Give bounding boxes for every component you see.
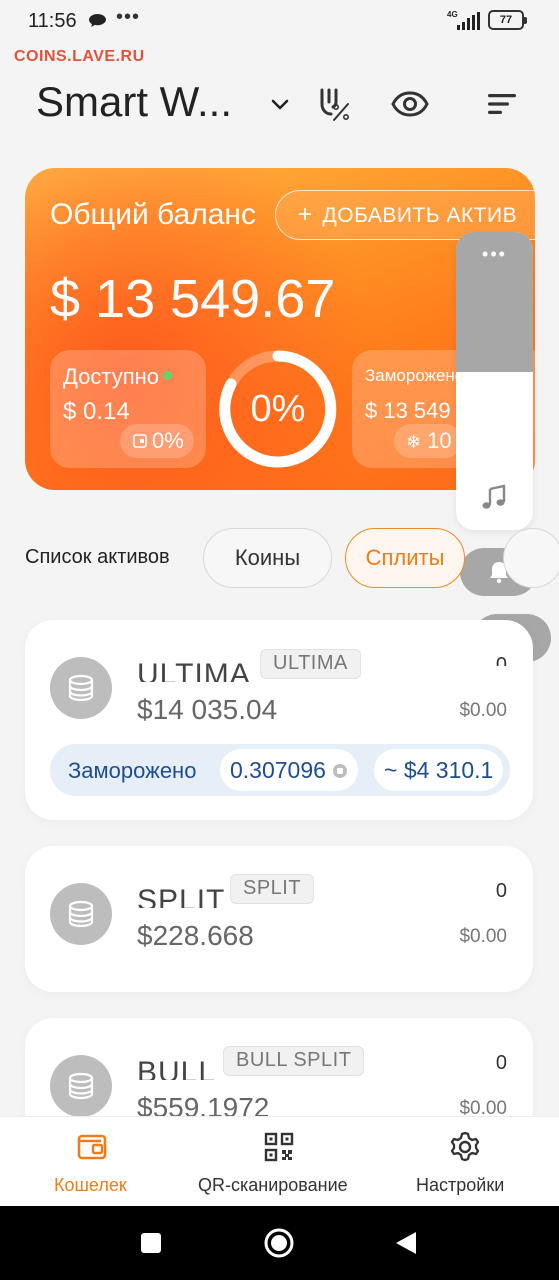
eye-icon — [391, 91, 429, 117]
frozen-pill-value: 10 — [427, 428, 452, 453]
back-icon[interactable] — [394, 1230, 418, 1256]
tab-coins[interactable]: Коины — [203, 528, 332, 588]
frozen-title: Заморожено — [365, 366, 465, 385]
wallet-icon — [77, 1134, 107, 1160]
asset-card-split[interactable]: SPLIT SPLIT $228.668 0 $0.00 — [25, 846, 533, 992]
asset-ticker: SPLIT — [230, 874, 315, 904]
asset-ticker: ULTIMA — [260, 649, 361, 679]
tab-more[interactable] — [503, 528, 559, 588]
wallet-small-icon — [133, 434, 147, 448]
asset-amount: 0 — [495, 1052, 507, 1074]
total-balance-label: Общий баланс — [50, 198, 256, 231]
asset-name: ULTIMA — [137, 660, 251, 682]
frozen-value: $ 13 549 — [365, 398, 451, 423]
home-icon[interactable] — [263, 1227, 295, 1259]
asset-name: BULL — [137, 1058, 216, 1080]
chat-icon — [89, 14, 106, 27]
sort-lines-icon — [488, 94, 516, 114]
available-percent: 0% — [152, 428, 184, 453]
frozen-usd-pill: ~ $4 310.1 — [374, 749, 504, 791]
coins-stack-icon — [50, 1055, 112, 1117]
add-asset-label: ДОБАВИТЬ АКТИВ — [322, 204, 518, 227]
asset-name-text: ULTIMA — [137, 660, 251, 682]
visibility-toggle-button[interactable] — [390, 84, 430, 124]
asset-usd: $0.00 — [459, 700, 507, 721]
signal-bars-icon — [457, 12, 480, 30]
nav-settings[interactable]: Настройки — [410, 1117, 520, 1207]
asset-card-ultima[interactable]: ULTIMA ULTIMA $14 035.04 0 $0.00 Заморож… — [25, 620, 533, 820]
asset-amount: 0 — [495, 654, 507, 666]
coins-stack-icon — [50, 883, 112, 945]
snowflake-icon: ❄ — [406, 432, 422, 452]
status-more-icon: ••• — [116, 6, 141, 28]
frozen-pill: ❄ 10 — [394, 424, 462, 458]
status-time: 11:56 — [28, 10, 77, 32]
nav-wallet[interactable]: Кошелек — [40, 1117, 145, 1207]
available-title: Доступно — [63, 364, 173, 390]
frozen-row: Заморожено 0.307096 ~ $4 310.1 — [50, 744, 510, 796]
ultima-percent-button[interactable] — [314, 84, 354, 124]
available-box: Доступно $ 0.14 0% — [50, 350, 206, 468]
watermark: COINS.LAVE.RU — [14, 48, 145, 65]
status-dot-icon — [163, 371, 173, 380]
asset-price: $14 035.04 — [137, 694, 278, 725]
asset-ticker: BULL SPLIT — [223, 1046, 365, 1076]
asset-name-text: SPLIT — [137, 886, 226, 908]
frozen-label: Заморожено — [68, 758, 197, 783]
nav-qr-label: QR-сканирование — [198, 1175, 348, 1195]
total-balance-amount: $ 13 549.67 — [50, 269, 336, 329]
frozen-amount: 0.307096 — [230, 757, 326, 783]
ultima-percent-icon — [320, 88, 349, 121]
available-value: $ 0.14 — [63, 398, 130, 425]
system-nav-bar — [0, 1206, 559, 1280]
assets-list-label: Список активов — [25, 546, 170, 568]
wallet-selector-title[interactable]: Smart W... — [36, 78, 232, 126]
asset-amount: 0 — [495, 880, 507, 902]
signal-icon: 4G — [447, 10, 483, 32]
plus-icon: + — [298, 201, 313, 228]
nav-qr-scan[interactable]: QR-сканирование — [195, 1117, 365, 1207]
chevron-down-icon[interactable] — [268, 92, 292, 116]
recent-apps-icon[interactable] — [141, 1233, 161, 1253]
frozen-amount-pill: 0.307096 — [220, 749, 358, 791]
coins-stack-icon — [50, 657, 112, 719]
app-header: Smart W... — [0, 72, 559, 138]
qr-icon — [264, 1132, 294, 1162]
available-title-text: Доступно — [63, 364, 160, 389]
ring-percent: 0% — [250, 388, 306, 430]
floating-side-panel[interactable]: ••• — [456, 232, 533, 530]
status-bar: 11:56 ••• 4G 77 — [0, 0, 559, 42]
battery-icon: 77 — [488, 10, 527, 30]
asset-price: $228.668 — [137, 920, 254, 951]
asset-usd: $0.00 — [459, 926, 507, 947]
coin-small-icon — [332, 764, 347, 778]
nav-wallet-label: Кошелек — [54, 1175, 127, 1195]
nav-settings-label: Настройки — [416, 1175, 505, 1195]
asset-name: SPLIT — [137, 886, 225, 908]
available-percent-pill: 0% — [120, 424, 194, 458]
asset-name-text: BULL — [137, 1058, 217, 1080]
music-note-icon[interactable] — [480, 484, 508, 512]
gear-icon — [450, 1131, 480, 1162]
sort-menu-button[interactable] — [482, 84, 522, 124]
tab-splits[interactable]: Сплиты — [345, 528, 465, 588]
more-dots-icon[interactable]: ••• — [456, 244, 533, 265]
bottom-nav: Кошелек QR-сканирование Настройки — [0, 1116, 559, 1206]
